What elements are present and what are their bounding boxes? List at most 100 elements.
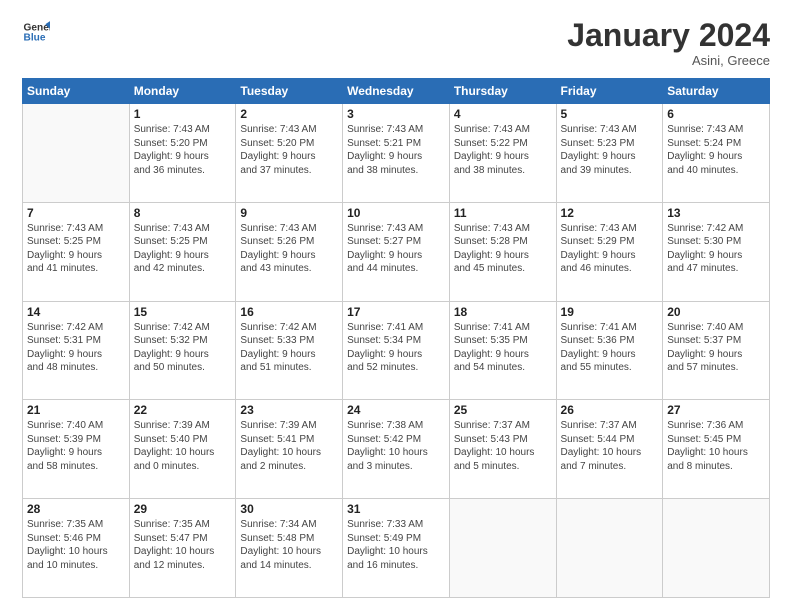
calendar-day: 2Sunrise: 7:43 AMSunset: 5:20 PMDaylight… <box>236 104 343 203</box>
calendar-day: 9 Sunrise: 7:43 AMSunset: 5:26 PMDaylight… <box>236 202 343 301</box>
day-number: 23 <box>240 403 338 417</box>
day-number: 1 <box>134 107 232 121</box>
calendar-day: 29Sunrise: 7:35 AMSunset: 5:47 PMDayligh… <box>129 499 236 598</box>
day-number: 9 <box>240 206 338 220</box>
calendar-day: 20 Sunrise: 7:40 AMSunset: 5:37 PMDayligh… <box>663 301 770 400</box>
day-info: Sunrise: 7:35 AMSunset: 5:46 PMDaylight:… <box>27 518 125 572</box>
calendar-day: 18 Sunrise: 7:41 AMSunset: 5:35 PMDayligh… <box>449 301 556 400</box>
col-wednesday: Wednesday <box>343 79 450 104</box>
calendar-day: 10 Sunrise: 7:43 AMSunset: 5:27 PMDayligh… <box>343 202 450 301</box>
calendar-day: 21Sunrise: 7:40 AMSunset: 5:39 PMDayligh… <box>23 400 130 499</box>
calendar-day: 24 Sunrise: 7:38 AMSunset: 5:42 PMDayligh… <box>343 400 450 499</box>
day-number: 19 <box>561 305 659 319</box>
day-number: 31 <box>347 502 445 516</box>
col-sunday: Sunday <box>23 79 130 104</box>
calendar-day: 31 Sunrise: 7:33 AMSunset: 5:49 PMDayligh… <box>343 499 450 598</box>
day-number: 14 <box>27 305 125 319</box>
day-info: Sunrise: 7:41 AMSunset: 5:34 PMDaylight:… <box>347 321 445 375</box>
day-info: Sunrise: 7:36 AMSunset: 5:45 PMDaylight:… <box>667 419 765 473</box>
logo-icon: General Blue <box>22 18 50 46</box>
day-number: 16 <box>240 305 338 319</box>
day-info: Sunrise: 7:43 AMSunset: 5:21 PMDaylight:… <box>347 123 445 177</box>
day-number: 11 <box>454 206 552 220</box>
day-info: Sunrise: 7:33 AMSunset: 5:49 PMDaylight:… <box>347 518 445 572</box>
day-number: 21 <box>27 403 125 417</box>
subtitle: Asini, Greece <box>567 53 770 68</box>
day-info: Sunrise: 7:43 AMSunset: 5:25 PMDaylight:… <box>27 222 125 276</box>
day-number: 6 <box>667 107 765 121</box>
calendar-day: 25 Sunrise: 7:37 AMSunset: 5:43 PMDayligh… <box>449 400 556 499</box>
day-number: 13 <box>667 206 765 220</box>
calendar-week-2: 7 Sunrise: 7:43 AMSunset: 5:25 PMDaylight… <box>23 202 770 301</box>
calendar: Sunday Monday Tuesday Wednesday Thursday… <box>22 78 770 598</box>
day-number: 2 <box>240 107 338 121</box>
calendar-day <box>23 104 130 203</box>
calendar-week-5: 28 Sunrise: 7:35 AMSunset: 5:46 PMDayligh… <box>23 499 770 598</box>
calendar-day: 4 Sunrise: 7:43 AMSunset: 5:22 PMDaylight… <box>449 104 556 203</box>
day-number: 15 <box>134 305 232 319</box>
col-monday: Monday <box>129 79 236 104</box>
day-info: Sunrise: 7:43 AMSunset: 5:23 PMDaylight:… <box>561 123 659 177</box>
calendar-day <box>449 499 556 598</box>
calendar-day: 17 Sunrise: 7:41 AMSunset: 5:34 PMDayligh… <box>343 301 450 400</box>
calendar-day: 1 Sunrise: 7:43 AMSunset: 5:20 PMDaylight… <box>129 104 236 203</box>
calendar-day: 23 Sunrise: 7:39 AMSunset: 5:41 PMDayligh… <box>236 400 343 499</box>
day-number: 7 <box>27 206 125 220</box>
day-info: Sunrise: 7:42 AMSunset: 5:30 PMDaylight:… <box>667 222 765 276</box>
day-number: 17 <box>347 305 445 319</box>
calendar-day <box>556 499 663 598</box>
day-info: Sunrise: 7:39 AMSunset: 5:41 PMDaylight:… <box>240 419 338 473</box>
day-info: Sunrise: 7:43 AMSunset: 5:24 PMDaylight:… <box>667 123 765 177</box>
day-info: Sunrise: 7:39 AMSunset: 5:40 PMDaylight:… <box>134 419 232 473</box>
calendar-day: 15 Sunrise: 7:42 AMSunset: 5:32 PMDayligh… <box>129 301 236 400</box>
day-info: Sunrise: 7:34 AMSunset: 5:48 PMDaylight:… <box>240 518 338 572</box>
day-number: 26 <box>561 403 659 417</box>
day-number: 27 <box>667 403 765 417</box>
day-info: Sunrise: 7:38 AMSunset: 5:42 PMDaylight:… <box>347 419 445 473</box>
day-info: Sunrise: 7:43 AMSunset: 5:22 PMDaylight:… <box>454 123 552 177</box>
day-info: Sunrise: 7:37 AMSunset: 5:43 PMDaylight:… <box>454 419 552 473</box>
day-info: Sunrise: 7:42 AMSunset: 5:31 PMDaylight:… <box>27 321 125 375</box>
day-info: Sunrise: 7:41 AMSunset: 5:35 PMDaylight:… <box>454 321 552 375</box>
day-info: Sunrise: 7:43 AMSunset: 5:28 PMDaylight:… <box>454 222 552 276</box>
day-number: 25 <box>454 403 552 417</box>
calendar-day: 13 Sunrise: 7:42 AMSunset: 5:30 PMDayligh… <box>663 202 770 301</box>
calendar-day: 22Sunrise: 7:39 AMSunset: 5:40 PMDayligh… <box>129 400 236 499</box>
day-info: Sunrise: 7:43 AMSunset: 5:27 PMDaylight:… <box>347 222 445 276</box>
day-number: 10 <box>347 206 445 220</box>
calendar-day: 30 Sunrise: 7:34 AMSunset: 5:48 PMDayligh… <box>236 499 343 598</box>
day-info: Sunrise: 7:43 AMSunset: 5:29 PMDaylight:… <box>561 222 659 276</box>
calendar-day <box>663 499 770 598</box>
day-number: 30 <box>240 502 338 516</box>
day-number: 3 <box>347 107 445 121</box>
day-info: Sunrise: 7:43 AMSunset: 5:20 PMDaylight:… <box>134 123 232 177</box>
title-block: January 2024 Asini, Greece <box>567 18 770 68</box>
col-friday: Friday <box>556 79 663 104</box>
day-info: Sunrise: 7:37 AMSunset: 5:44 PMDaylight:… <box>561 419 659 473</box>
day-info: Sunrise: 7:43 AMSunset: 5:26 PMDaylight:… <box>240 222 338 276</box>
calendar-day: 5Sunrise: 7:43 AMSunset: 5:23 PMDaylight… <box>556 104 663 203</box>
calendar-body: 1 Sunrise: 7:43 AMSunset: 5:20 PMDaylight… <box>23 104 770 598</box>
day-number: 18 <box>454 305 552 319</box>
col-thursday: Thursday <box>449 79 556 104</box>
calendar-week-1: 1 Sunrise: 7:43 AMSunset: 5:20 PMDaylight… <box>23 104 770 203</box>
svg-text:Blue: Blue <box>24 33 46 44</box>
main-title: January 2024 <box>567 18 770 53</box>
day-info: Sunrise: 7:41 AMSunset: 5:36 PMDaylight:… <box>561 321 659 375</box>
calendar-day: 26 Sunrise: 7:37 AMSunset: 5:44 PMDayligh… <box>556 400 663 499</box>
day-number: 4 <box>454 107 552 121</box>
calendar-day: 3 Sunrise: 7:43 AMSunset: 5:21 PMDaylight… <box>343 104 450 203</box>
day-number: 20 <box>667 305 765 319</box>
calendar-header: Sunday Monday Tuesday Wednesday Thursday… <box>23 79 770 104</box>
day-number: 24 <box>347 403 445 417</box>
day-info: Sunrise: 7:42 AMSunset: 5:32 PMDaylight:… <box>134 321 232 375</box>
day-number: 28 <box>27 502 125 516</box>
calendar-day: 8Sunrise: 7:43 AMSunset: 5:25 PMDaylight… <box>129 202 236 301</box>
day-info: Sunrise: 7:40 AMSunset: 5:37 PMDaylight:… <box>667 321 765 375</box>
page: General Blue January 2024 Asini, Greece … <box>0 0 792 612</box>
calendar-day: 7 Sunrise: 7:43 AMSunset: 5:25 PMDaylight… <box>23 202 130 301</box>
calendar-day: 6 Sunrise: 7:43 AMSunset: 5:24 PMDaylight… <box>663 104 770 203</box>
day-number: 8 <box>134 206 232 220</box>
calendar-day: 27 Sunrise: 7:36 AMSunset: 5:45 PMDayligh… <box>663 400 770 499</box>
calendar-week-3: 14 Sunrise: 7:42 AMSunset: 5:31 PMDayligh… <box>23 301 770 400</box>
